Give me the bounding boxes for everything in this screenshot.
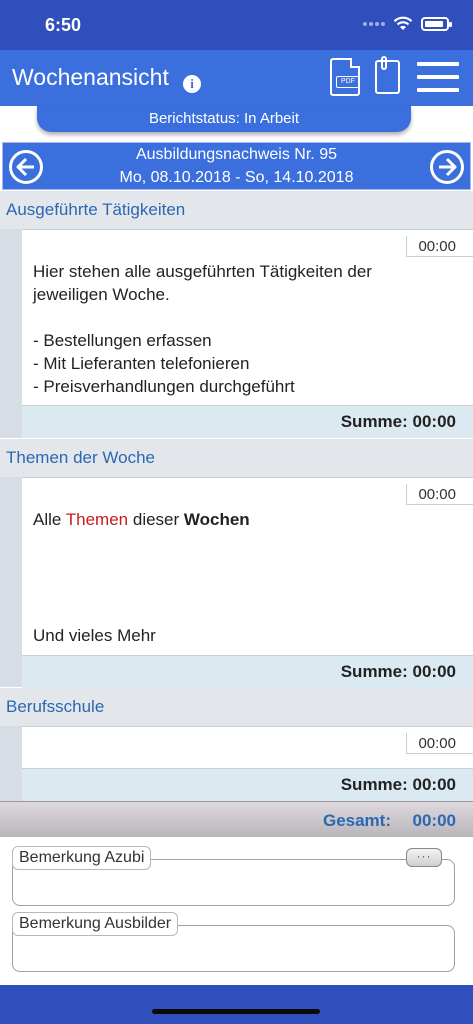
activities-line: - Bestellungen erfassen <box>33 331 212 350</box>
section-school: 00:00 Summe: 00:00 <box>0 726 473 801</box>
topics-text-part: Alle <box>33 510 66 529</box>
wifi-icon <box>393 16 413 30</box>
report-status-tab: Berichtstatus: In Arbeit <box>37 106 411 132</box>
topics-highlight: Themen <box>65 510 129 529</box>
activities-line: - Preisverhandlungen durchgeführt <box>33 377 295 396</box>
page-title: Wochenansicht <box>12 64 169 90</box>
status-icons <box>363 16 452 31</box>
section-topics: 00:00 Alle Themen dieser Wochen Und viel… <box>0 477 473 688</box>
week-date-range: Mo, 08.10.2018 - So, 14.10.2018 <box>119 169 354 186</box>
pdf-export-icon[interactable]: PDF <box>330 58 360 96</box>
school-sum: Summe: 00:00 <box>22 768 473 801</box>
status-time: 6:50 <box>45 15 82 35</box>
activities-time[interactable]: 00:00 <box>406 236 473 257</box>
report-number: Ausbildungsnachweis Nr. 95 <box>135 146 337 163</box>
hamburger-menu-icon[interactable] <box>417 62 459 92</box>
topics-sum: Summe: 00:00 <box>22 655 473 688</box>
topics-entry[interactable]: 00:00 Alle Themen dieser Wochen Und viel… <box>22 477 473 655</box>
total-label: Gesamt: <box>322 811 391 830</box>
total-value: 00:00 <box>412 811 456 830</box>
signal-icon <box>363 21 385 26</box>
school-entry[interactable]: 00:00 <box>22 726 473 768</box>
activities-entry[interactable]: 00:00 Hier stehen alle ausgeführten Täti… <box>22 229 473 405</box>
activities-line: jeweiligen Woche. <box>33 285 170 304</box>
battery-icon <box>421 16 452 31</box>
activities-sum: Summe: 00:00 <box>22 405 473 438</box>
remark-ausbilder-label: Bemerkung Ausbilder <box>12 912 179 936</box>
nav-bar: Wochenansicht i PDF <box>0 50 473 106</box>
topics-text[interactable]: Alle Themen dieser Wochen <box>33 508 453 531</box>
pdf-label: PDF <box>336 76 360 88</box>
more-options-button[interactable]: ··· <box>406 848 442 867</box>
info-icon[interactable]: i <box>183 75 201 93</box>
activities-line: Hier stehen alle ausgeführten Tätigkeite… <box>33 262 372 281</box>
total-row: Gesamt: 00:00 <box>0 801 473 837</box>
status-bar: 6:50 <box>0 0 473 50</box>
section-activities: 00:00 Hier stehen alle ausgeführten Täti… <box>0 229 473 438</box>
week-navigator: Ausbildungsnachweis Nr. 95 Mo, 08.10.201… <box>2 142 471 190</box>
section-header-topics: Themen der Woche <box>0 439 473 477</box>
topics-time[interactable]: 00:00 <box>406 484 473 505</box>
attachment-icon[interactable] <box>375 56 400 94</box>
section-header-activities: Ausgeführte Tätigkeiten <box>0 191 473 229</box>
topics-text-part: dieser <box>128 510 184 529</box>
school-time[interactable]: 00:00 <box>406 733 473 754</box>
topics-last-line: Und vieles Mehr <box>33 626 156 645</box>
next-week-arrow-icon[interactable] <box>430 150 464 184</box>
activities-text[interactable]: Hier stehen alle ausgeführten Tätigkeite… <box>33 260 453 398</box>
topics-bold: Wochen <box>183 510 250 529</box>
section-header-school: Berufsschule <box>0 688 473 726</box>
remark-azubi-label: Bemerkung Azubi <box>12 846 152 870</box>
home-indicator[interactable] <box>152 1009 320 1014</box>
activities-line: - Mit Lieferanten telefonieren <box>33 354 250 373</box>
bottom-bar <box>0 985 473 1024</box>
activities-line <box>33 306 453 329</box>
